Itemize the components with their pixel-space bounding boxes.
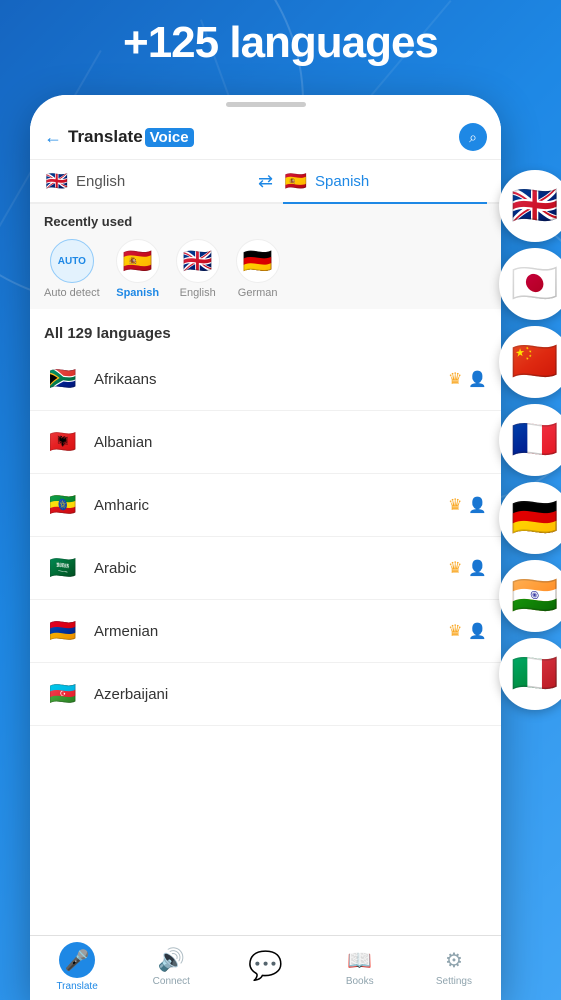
english-label: English [180,287,216,299]
voice-icon: 👤 [468,496,487,514]
list-item[interactable]: 🇪🇹 Amharic ♛ 👤 [30,474,501,537]
nav-translate[interactable]: 🎤 Translate [30,942,124,992]
german-label: German [238,287,278,299]
app-logo: Translate Voice [68,127,194,147]
connect-nav-label: Connect [153,976,190,987]
spanish-label: Spanish [116,287,159,299]
azerbaijani-name: Azerbaijani [94,686,475,703]
target-flag: 🇪🇸 [283,168,309,194]
voice-icon: 👤 [468,622,487,640]
language-list[interactable]: 🇿🇦 Afrikaans ♛ 👤 🇦🇱 Albanian 🇪🇹 Amharic … [30,348,501,935]
list-item[interactable]: 🇦🇲 Armenian ♛ 👤 [30,600,501,663]
bottom-navigation: 🎤 Translate 🔊 Connect 💬 📖 Books ⚙ Settin… [30,935,501,1000]
recent-auto-detect[interactable]: AUTO Auto detect [44,239,100,299]
source-language[interactable]: 🇬🇧 English [44,168,248,202]
target-lang-label: Spanish [315,173,369,190]
crown-icon: ♛ [448,495,462,515]
settings-nav-icon: ⚙ [445,948,463,973]
recent-list: AUTO Auto detect 🇪🇸 Spanish 🇬🇧 English 🇩… [44,239,487,299]
crown-icon: ♛ [448,369,462,389]
phone-notch-dots [226,102,306,107]
float-flag-de: 🇩🇪 [499,482,561,554]
source-flag: 🇬🇧 [44,168,70,194]
float-flag-jp: 🇯🇵 [499,248,561,320]
recently-used-title: Recently used [44,214,487,229]
logo-translate: Translate [68,127,143,147]
settings-nav-label: Settings [436,976,472,987]
all-languages-title: All 129 languages [30,315,501,348]
language-selector: 🇬🇧 English ⇄ 🇪🇸 Spanish [30,160,501,204]
nav-chat[interactable]: 💬 [218,949,312,985]
nav-connect[interactable]: 🔊 Connect [124,947,218,987]
list-item[interactable]: 🇦🇱 Albanian [30,411,501,474]
arabic-flag: 🇸🇦 [44,549,82,587]
amharic-badges: ♛ 👤 [448,495,487,515]
recently-used-section: Recently used AUTO Auto detect 🇪🇸 Spanis… [30,204,501,309]
arabic-name: Arabic [94,560,436,577]
afrikaans-badges: ♛ 👤 [448,369,487,389]
azerbaijani-flag: 🇦🇿 [44,675,82,713]
afrikaans-flag: 🇿🇦 [44,360,82,398]
albanian-name: Albanian [94,434,475,451]
german-flag-icon: 🇩🇪 [236,239,280,283]
armenian-name: Armenian [94,623,436,640]
spanish-flag-icon: 🇪🇸 [116,239,160,283]
phone-frame: ← Translate Voice ⌕ 🇬🇧 English ⇄ 🇪🇸 Span… [30,95,501,1000]
amharic-name: Amharic [94,497,436,514]
nav-books[interactable]: 📖 Books [313,948,407,987]
armenian-badges: ♛ 👤 [448,621,487,641]
back-button[interactable]: ← [44,127,62,148]
recent-spanish[interactable]: 🇪🇸 Spanish [116,239,160,299]
logo-voice: Voice [145,128,194,147]
albanian-flag: 🇦🇱 [44,423,82,461]
list-item[interactable]: 🇿🇦 Afrikaans ♛ 👤 [30,348,501,411]
english-flag-icon: 🇬🇧 [176,239,220,283]
float-flag-cn: 🇨🇳 [499,326,561,398]
books-nav-label: Books [346,976,374,987]
swap-languages-button[interactable]: ⇄ [248,171,283,200]
crown-icon: ♛ [448,621,462,641]
arabic-badges: ♛ 👤 [448,558,487,578]
afrikaans-name: Afrikaans [94,371,436,388]
auto-detect-label: Auto detect [44,287,100,299]
phone-notch [30,95,501,113]
list-item[interactable]: 🇦🇿 Azerbaijani [30,663,501,726]
books-nav-icon: 📖 [347,948,372,973]
voice-icon: 👤 [468,559,487,577]
list-item[interactable]: 🇸🇦 Arabic ♛ 👤 [30,537,501,600]
app-bar-left: ← Translate Voice [44,127,194,148]
float-flag-it: 🇮🇹 [499,638,561,710]
recent-german[interactable]: 🇩🇪 German [236,239,280,299]
amharic-flag: 🇪🇹 [44,486,82,524]
float-flag-fr: 🇫🇷 [499,404,561,476]
search-button[interactable]: ⌕ [459,123,487,151]
chat-nav-icon: 💬 [248,949,283,982]
connect-nav-icon: 🔊 [158,947,185,973]
source-lang-label: English [76,173,125,190]
float-flag-in: 🇮🇳 [499,560,561,632]
app-content: ← Translate Voice ⌕ 🇬🇧 English ⇄ 🇪🇸 Span… [30,113,501,1000]
header-title: +125 languages [0,18,561,68]
target-language[interactable]: 🇪🇸 Spanish [283,168,487,204]
float-flags-container: 🇬🇧 🇯🇵 🇨🇳 🇫🇷 🇩🇪 🇮🇳 🇮🇹 [499,170,561,710]
translate-nav-icon: 🎤 [59,942,95,978]
crown-icon: ♛ [448,558,462,578]
app-bar: ← Translate Voice ⌕ [30,113,501,160]
voice-icon: 👤 [468,370,487,388]
search-icon: ⌕ [469,129,477,146]
nav-settings[interactable]: ⚙ Settings [407,948,501,987]
armenian-flag: 🇦🇲 [44,612,82,650]
auto-detect-icon: AUTO [50,239,94,283]
float-flag-uk: 🇬🇧 [499,170,561,242]
translate-nav-label: Translate [56,981,97,992]
recent-english[interactable]: 🇬🇧 English [176,239,220,299]
